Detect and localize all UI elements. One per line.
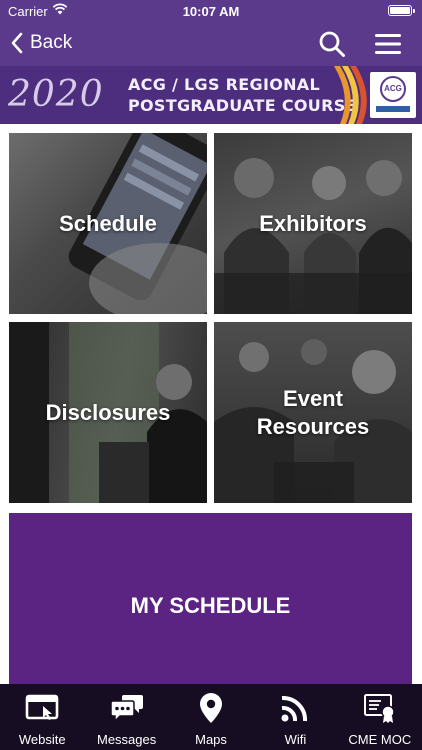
- hamburger-menu-icon[interactable]: [374, 31, 402, 57]
- tile-disclosures-label: Disclosures: [45, 399, 171, 425]
- acg-logo-text: ACG: [384, 84, 402, 93]
- tile-schedule[interactable]: Schedule: [9, 133, 207, 314]
- tile-event-resources-line2: Resources: [256, 413, 370, 439]
- tile-event-resources-label: Event Resources: [257, 385, 370, 441]
- tile-schedule-label: Schedule: [59, 210, 157, 236]
- tab-cme-moc[interactable]: CME MOC: [338, 684, 422, 750]
- tab-maps-label: Maps: [195, 732, 227, 747]
- search-icon[interactable]: [318, 30, 346, 58]
- tile-disclosures[interactable]: Disclosures: [9, 322, 207, 503]
- certificate-icon: [363, 694, 395, 723]
- chevron-left-icon: [11, 32, 23, 54]
- banner-year: 2020: [8, 74, 104, 115]
- my-schedule-label: MY SCHEDULE: [130, 592, 291, 618]
- event-banner: 2020 ACG / LGS REGIONAL POSTGRADUATE COU…: [0, 66, 422, 124]
- tab-wifi-label: Wifi: [284, 732, 307, 747]
- tab-messages[interactable]: Messages: [84, 684, 168, 750]
- tab-cme-moc-label: CME MOC: [348, 732, 412, 747]
- banner-title: ACG / LGS REGIONAL POSTGRADUATE COURSE: [128, 74, 357, 116]
- tile-event-resources[interactable]: Event Resources: [214, 322, 412, 503]
- back-label: Back: [30, 32, 73, 53]
- wifi-icon: [281, 695, 308, 722]
- map-pin-icon: [200, 693, 223, 723]
- app-screen: Carrier 10:07 AM Back 2020 ACG / LGS REG…: [0, 0, 422, 750]
- tab-website[interactable]: Website: [0, 684, 84, 750]
- status-bar: Carrier 10:07 AM: [0, 0, 422, 22]
- tab-maps[interactable]: Maps: [169, 684, 253, 750]
- tab-bar: Website Messages Maps Wifi CME MOC: [0, 684, 422, 750]
- tab-messages-label: Messages: [96, 732, 157, 747]
- banner-title-line2: POSTGRADUATE COURSE: [128, 96, 357, 115]
- tab-website-label: Website: [18, 732, 66, 747]
- banner-rainbow-stripes: [334, 66, 367, 124]
- nav-bar: Carrier 10:07 AM Back: [0, 0, 422, 66]
- tile-exhibitors-label: Exhibitors: [259, 210, 367, 236]
- acg-logo: ACG: [370, 72, 416, 118]
- tile-exhibitors[interactable]: Exhibitors: [214, 133, 412, 314]
- banner-title-line1: ACG / LGS REGIONAL: [128, 75, 320, 94]
- back-button[interactable]: Back: [10, 30, 72, 56]
- tile-event-resources-line1: Event: [283, 385, 343, 411]
- my-schedule-button[interactable]: MY SCHEDULE: [9, 513, 412, 698]
- tab-wifi[interactable]: Wifi: [253, 684, 337, 750]
- chat-bubbles-icon: [109, 695, 143, 723]
- browser-window-icon: [25, 694, 59, 720]
- battery-icon: [388, 5, 415, 16]
- status-time: 10:07 AM: [182, 4, 240, 19]
